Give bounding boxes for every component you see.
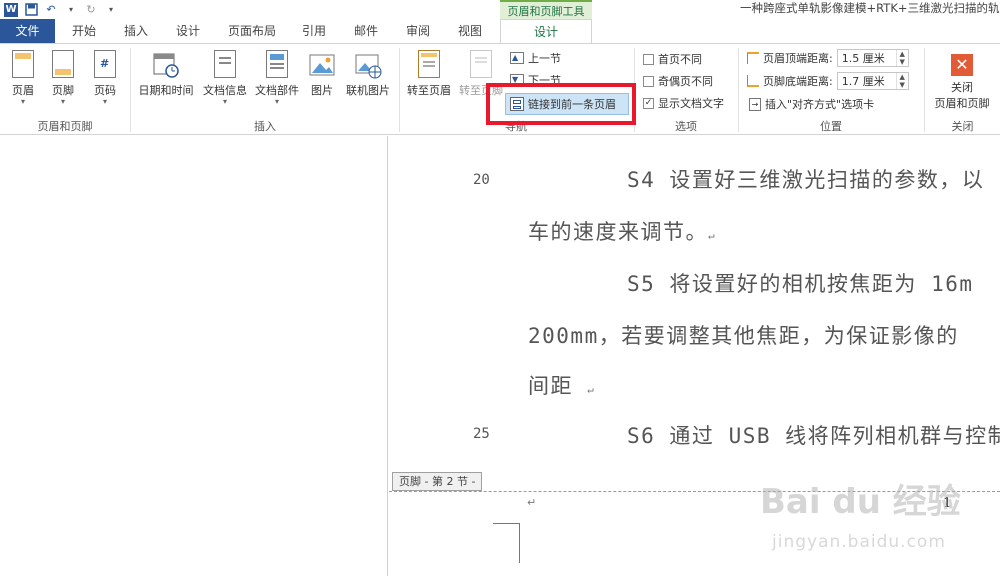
chevron-down-icon: ▾ <box>60 97 65 106</box>
previous-section-button[interactable]: ▲ 上一节 <box>510 50 561 66</box>
checkbox-icon[interactable] <box>643 53 654 65</box>
paragraph-line: S5 将设置好的相机按焦距为 16m <box>627 272 974 296</box>
paragraph-line: 200mm，若要调整其他焦距，为保证影像的 <box>528 324 959 348</box>
highlight-annotation <box>486 83 636 125</box>
chevron-down-icon: ▾ <box>274 97 279 106</box>
chevron-down-icon: ▾ <box>20 97 25 106</box>
tab-design[interactable]: 设计 <box>164 19 212 43</box>
tab-layout[interactable]: 页面布局 <box>218 19 286 43</box>
header-distance-spinner[interactable]: 1.5 厘米 ▲ ▼ <box>836 49 909 67</box>
paragraph-mark-icon: ↵ <box>587 383 596 396</box>
close-header-footer-button[interactable]: ✕ 关闭 页眉和页脚 <box>928 54 996 111</box>
paragraph-line: S6 通过 USB 线将阵列相机群与控制 <box>627 424 1000 448</box>
title-bar: W ↶ ▾ ↻ ▾ 页眉和页脚工具 一种跨座式单轨影像建模+RTK+三维激光扫描… <box>0 0 1000 19</box>
group-label-position: 位置 <box>820 120 842 133</box>
picture-button[interactable]: 图片 <box>304 50 340 98</box>
online-picture-button[interactable]: 联机图片 <box>342 50 394 98</box>
goto-header-button[interactable]: 转至页眉 <box>403 50 455 98</box>
spinner-arrows-icon[interactable]: ▲ ▼ <box>895 50 908 66</box>
goto-header-icon <box>418 50 440 78</box>
tab-mailings[interactable]: 邮件 <box>344 19 388 43</box>
group-label-close: 关闭 <box>951 120 974 133</box>
watermark-url: jingyan.baidu.com <box>772 532 946 552</box>
paragraph-line: 车的速度来调节。↵ <box>528 220 717 244</box>
different-odd-even-option[interactable]: 奇偶页不同 <box>643 73 713 89</box>
tab-review[interactable]: 审阅 <box>396 19 440 43</box>
footer-icon <box>52 50 74 78</box>
tab-hf-design[interactable]: 设计 <box>500 19 592 44</box>
chevron-down-icon: ▾ <box>102 97 107 106</box>
header-distance-icon <box>747 52 759 64</box>
tab-view[interactable]: 视图 <box>448 19 492 43</box>
baidu-watermark: Bai du 经验 jingyan.baidu.com <box>760 474 995 574</box>
redo-icon[interactable]: ↻ <box>84 3 98 17</box>
spinner-arrows-icon[interactable]: ▲ ▼ <box>895 73 908 89</box>
footer-section-tag: 页脚 - 第 2 节 - <box>392 472 483 491</box>
group-label-insert: 插入 <box>254 120 276 133</box>
date-time-button[interactable]: 日期和时间 <box>135 50 197 98</box>
left-pane <box>0 136 388 576</box>
tab-home[interactable]: 开始 <box>60 19 108 43</box>
line-number: 20 <box>473 172 490 188</box>
tab-insert[interactable]: 插入 <box>112 19 160 43</box>
customize-icon[interactable]: ▾ <box>104 3 118 17</box>
online-picture-icon <box>354 50 382 80</box>
page-number-icon: # <box>94 50 116 78</box>
group-label-options: 选项 <box>675 120 697 133</box>
alignment-tab-icon: → <box>749 97 761 111</box>
footer-distance-icon <box>747 75 759 87</box>
quick-parts-button[interactable]: 文档部件 ▾ <box>252 50 302 106</box>
checkmark-icon[interactable]: ✓ <box>643 97 654 109</box>
footer-button[interactable]: 页脚 ▾ <box>46 50 80 106</box>
checkbox-icon[interactable] <box>643 75 654 87</box>
picture-icon <box>308 50 336 80</box>
hf-tools-context-header: 页眉和页脚工具 <box>500 0 592 19</box>
insert-alignment-tab-button[interactable]: → 插入"对齐方式"选项卡 <box>749 96 874 112</box>
header-top-distance: 页眉顶端距离: 1.5 厘米 ▲ ▼ <box>747 49 909 67</box>
header-icon <box>12 50 34 78</box>
paragraph-line: S4 设置好三维激光扫描的参数，以 <box>627 168 985 192</box>
paragraph-line: 间距 ↵ <box>528 374 596 398</box>
tab-file[interactable]: 文件 <box>0 19 55 43</box>
document-title: 一种跨座式单轨影像建模+RTK+三维激光扫描的轨 <box>740 1 1000 15</box>
ribbon-tabs: 文件 开始 插入 设计 页面布局 引用 邮件 审阅 视图 设计 <box>0 19 1000 44</box>
close-icon: ✕ <box>951 54 973 76</box>
paragraph-mark-icon: ↵ <box>708 229 717 242</box>
paragraph-mark-icon: ↵ <box>527 496 537 509</box>
doc-info-button[interactable]: 文档信息 ▾ <box>200 50 250 106</box>
margin-corner-mark <box>493 523 520 563</box>
line-number: 25 <box>473 426 490 442</box>
header-button[interactable]: 页眉 ▾ <box>6 50 40 106</box>
footer-bottom-distance: 页脚底端距离: 1.7 厘米 ▲ ▼ <box>747 72 909 90</box>
save-icon[interactable] <box>24 3 38 17</box>
calendar-icon <box>152 50 180 80</box>
chevron-down-icon: ▾ <box>222 97 227 106</box>
chevron-down-icon[interactable]: ▾ <box>64 3 78 17</box>
page-number-button[interactable]: # 页码 ▾ <box>88 50 122 106</box>
quick-parts-icon <box>266 50 288 78</box>
tab-references[interactable]: 引用 <box>292 19 336 43</box>
word-app-icon[interactable]: W <box>4 2 18 17</box>
document-info-icon <box>214 50 236 78</box>
goto-footer-icon <box>470 50 492 78</box>
group-label-hf: 页眉和页脚 <box>37 120 93 133</box>
different-first-page-option[interactable]: 首页不同 <box>643 51 702 67</box>
footer-distance-spinner[interactable]: 1.7 厘米 ▲ ▼ <box>836 72 909 90</box>
previous-section-icon: ▲ <box>510 52 524 64</box>
watermark-logo: Bai du 经验 <box>760 482 961 522</box>
quick-access-toolbar: W ↶ ▾ ↻ ▾ <box>0 0 118 19</box>
show-document-text-option[interactable]: ✓ 显示文档文字 <box>643 95 724 111</box>
undo-icon[interactable]: ↶ <box>44 3 58 17</box>
